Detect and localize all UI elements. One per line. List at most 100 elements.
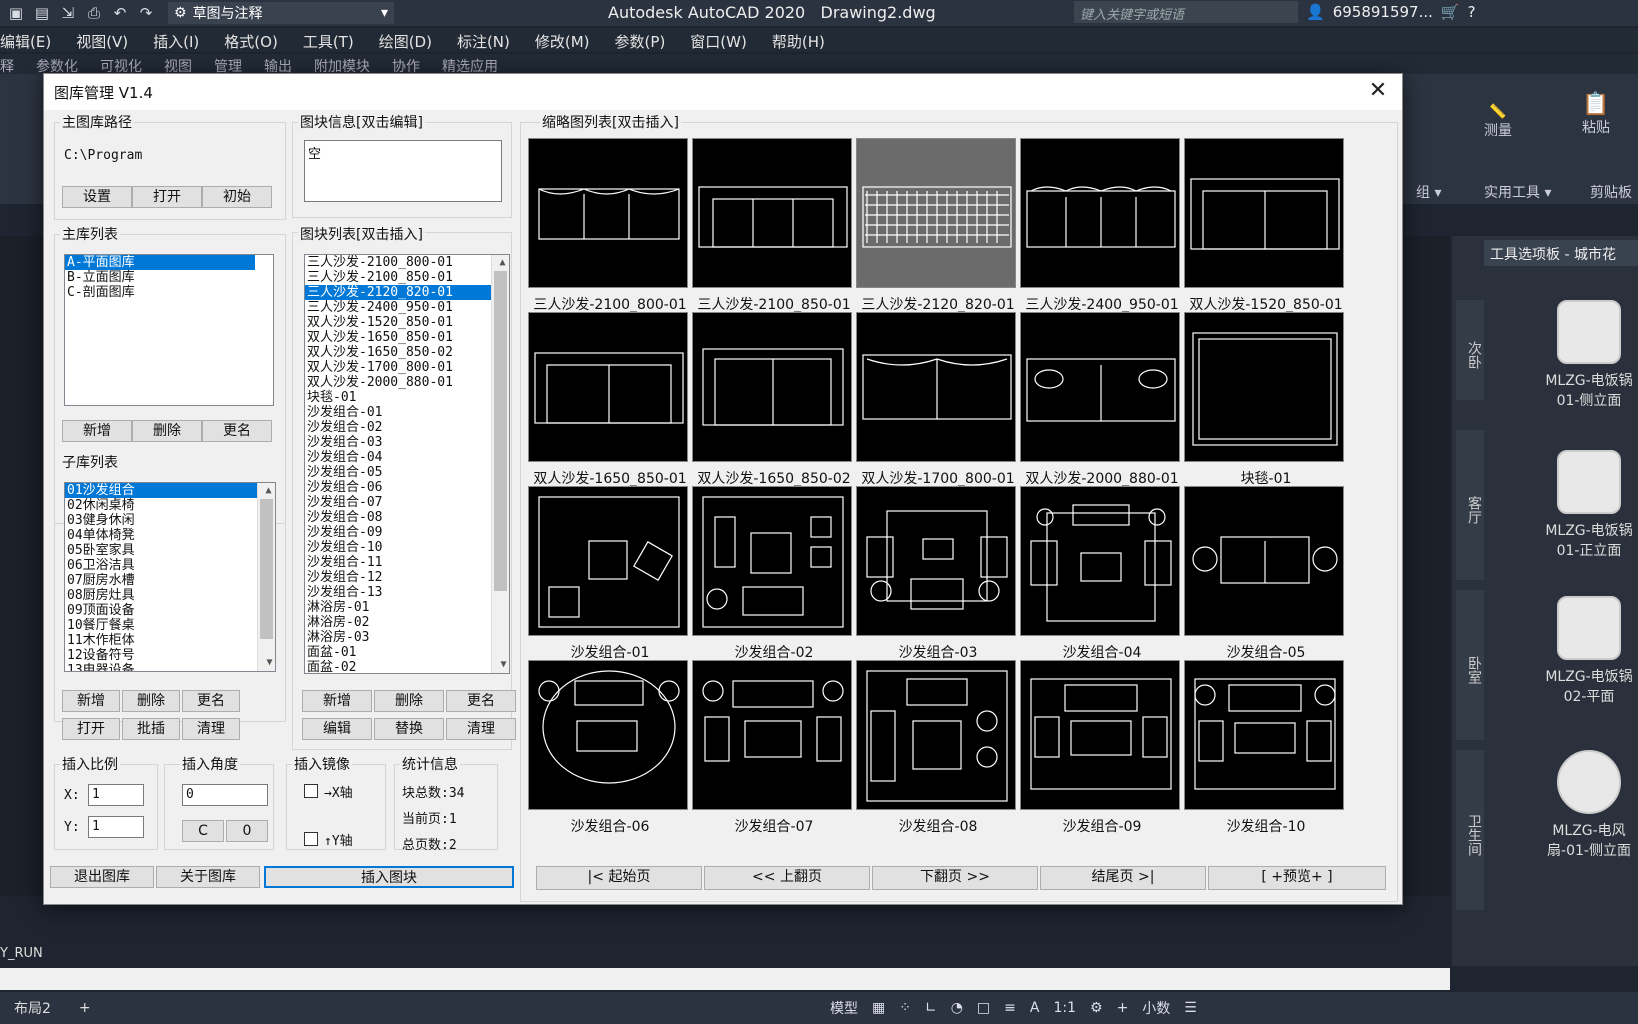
thumbnail-preview[interactable] — [692, 312, 852, 462]
osnap-icon[interactable]: □ — [977, 1000, 990, 1016]
menu-dimension[interactable]: 标注(N) — [457, 28, 525, 52]
help-icon[interactable]: ? — [1468, 3, 1476, 21]
about-library-button[interactable]: 关于图库 — [156, 866, 260, 888]
insert-block-button[interactable]: 插入图块 — [264, 866, 514, 888]
thumbnail-item[interactable]: 沙发组合-04 — [1020, 486, 1184, 666]
grid-icon[interactable]: ▦ — [872, 1000, 885, 1016]
thumbnail-item[interactable]: 沙发组合-08 — [856, 660, 1020, 840]
prev-page-button[interactable]: << 上翻页 — [704, 866, 870, 890]
list-item[interactable]: 沙发组合-03 — [305, 435, 509, 450]
block-edit-button[interactable]: 编辑 — [302, 718, 372, 740]
set-path-button[interactable]: 设置 — [62, 186, 132, 208]
list-item[interactable]: 淋浴房-02 — [305, 615, 509, 630]
ribbon-tab-manage[interactable]: 管理 — [214, 54, 242, 75]
palette-item[interactable]: MLZG-电风扇-01-侧立面 — [1540, 750, 1638, 860]
list-item[interactable]: 沙发组合-11 — [305, 555, 509, 570]
list-item[interactable]: 三人沙发-2100_850-01 — [305, 270, 509, 285]
thumbnail-item[interactable]: 三人沙发-2400_950-01 — [1020, 138, 1184, 318]
menu-insert[interactable]: 插入(I) — [153, 28, 214, 52]
thumbnail-item[interactable]: 沙发组合-05 — [1184, 486, 1348, 666]
thumbnail-item[interactable]: 三人沙发-2100_850-01 — [692, 138, 856, 318]
list-item[interactable]: 沙发组合-04 — [305, 450, 509, 465]
list-item[interactable]: 03健身休闲 — [65, 513, 275, 528]
thumbnail-item[interactable]: 双人沙发-1520_850-01 — [1184, 138, 1348, 318]
list-item[interactable]: 01沙发组合 — [65, 483, 257, 498]
list-item[interactable]: 06卫浴洁具 — [65, 558, 275, 573]
menu-modify[interactable]: 修改(M) — [535, 28, 605, 52]
block-add-button[interactable]: 新增 — [302, 690, 372, 712]
chevron-down-icon[interactable]: ▼ — [494, 657, 509, 673]
list-item[interactable]: 双人沙发-1650_850-01 — [305, 330, 509, 345]
chevron-down-icon[interactable]: ▼ — [260, 655, 275, 671]
thumbnail-item[interactable]: 三人沙发-2100_800-01 — [528, 138, 692, 318]
menu-window[interactable]: 窗口(W) — [690, 28, 762, 52]
close-icon[interactable]: ✕ — [1364, 78, 1392, 103]
palette-tab-bedroom[interactable]: 卧室 — [1456, 590, 1484, 740]
main-rename-button[interactable]: 更名 — [202, 420, 272, 442]
thumbnail-preview[interactable] — [528, 486, 688, 636]
list-item[interactable]: 双人沙发-1650_850-02 — [305, 345, 509, 360]
thumbnail-preview[interactable] — [1020, 138, 1180, 288]
thumbnail-preview[interactable] — [856, 486, 1016, 636]
list-item[interactable]: 块毯-01 — [305, 390, 509, 405]
thumbnail-item[interactable]: 沙发组合-01 — [528, 486, 692, 666]
list-item[interactable]: 沙发组合-12 — [305, 570, 509, 585]
settings-icon[interactable]: ⚙ — [1090, 1000, 1103, 1016]
add-layout-icon[interactable]: + — [65, 1000, 105, 1016]
thumbnail-preview[interactable] — [528, 138, 688, 288]
thumbnail-item[interactable]: 沙发组合-10 — [1184, 660, 1348, 840]
list-item[interactable]: 08厨房灶具 — [65, 588, 275, 603]
scrollbar[interactable]: ▲ ▼ — [257, 483, 275, 671]
export-icon[interactable]: ⇲ — [58, 4, 78, 22]
thumbnail-preview[interactable] — [692, 486, 852, 636]
menu-edit[interactable]: 编辑(E) — [0, 28, 66, 52]
save-as-icon[interactable]: ▤ — [32, 4, 52, 22]
thumbnail-preview[interactable] — [528, 312, 688, 462]
group-panel-title[interactable]: 组 ▾ — [1416, 182, 1441, 202]
list-item[interactable]: 07厨房水槽 — [65, 573, 275, 588]
thumbnail-preview[interactable] — [528, 660, 688, 810]
list-item[interactable]: 面盆-01 — [305, 645, 509, 660]
menu-draw[interactable]: 绘图(D) — [379, 28, 447, 52]
list-item[interactable]: A-平面图库 — [65, 255, 255, 270]
list-item[interactable]: 09顶面设备 — [65, 603, 275, 618]
init-path-button[interactable]: 初始 — [202, 186, 272, 208]
scroll-thumb[interactable] — [260, 499, 273, 639]
list-item[interactable]: 双人沙发-1700_800-01 — [305, 360, 509, 375]
block-delete-button[interactable]: 删除 — [374, 690, 444, 712]
menu-icon[interactable]: ☰ — [1184, 1000, 1197, 1016]
list-item[interactable]: 04单体椅凳 — [65, 528, 275, 543]
list-item[interactable]: 三人沙发-2100_800-01 — [305, 255, 509, 270]
thumbnail-item[interactable]: 沙发组合-02 — [692, 486, 856, 666]
thumbnail-item[interactable]: 沙发组合-09 — [1020, 660, 1184, 840]
ribbon-tab-collaborate[interactable]: 协作 — [392, 54, 420, 75]
list-item[interactable]: 沙发组合-01 — [305, 405, 509, 420]
ribbon-tab-annotate[interactable]: 释 — [0, 54, 14, 75]
thumbnail-item[interactable]: 双人沙发-1650_850-01 — [528, 312, 692, 492]
list-item[interactable]: 淋浴房-01 — [305, 600, 509, 615]
mirror-y-checkbox[interactable] — [304, 832, 318, 846]
main-delete-button[interactable]: 删除 — [132, 420, 202, 442]
list-item[interactable]: 三人沙发-2400_950-01 — [305, 300, 509, 315]
thumbnail-preview[interactable] — [692, 138, 852, 288]
palette-item[interactable]: MLZG-电饭锅02-平面 — [1540, 596, 1638, 706]
menu-help[interactable]: 帮助(H) — [772, 28, 840, 52]
scale-y-input[interactable]: 1 — [88, 816, 144, 838]
sub-add-button[interactable]: 新增 — [62, 690, 120, 712]
scroll-thumb[interactable] — [494, 271, 507, 591]
plus-icon[interactable]: + — [1117, 1000, 1129, 1016]
user-account[interactable]: 👤 695891597... 🛒? — [1306, 3, 1476, 21]
command-input[interactable] — [0, 968, 1450, 990]
list-item[interactable]: 双人沙发-2000_880-01 — [305, 375, 509, 390]
last-page-button[interactable]: 结尾页 >| — [1040, 866, 1206, 890]
chevron-up-icon[interactable]: ▲ — [494, 255, 509, 271]
thumbnail-preview[interactable] — [1184, 486, 1344, 636]
list-item[interactable]: 沙发组合-07 — [305, 495, 509, 510]
mirror-x-checkbox[interactable] — [304, 784, 318, 798]
angle-pick-button[interactable]: C — [182, 820, 224, 842]
block-replace-button[interactable]: 替换 — [374, 718, 444, 740]
palette-tab-living[interactable]: 客厅 — [1456, 430, 1484, 580]
ribbon-tab-view[interactable]: 视图 — [164, 54, 192, 75]
undo-icon[interactable]: ↶ — [110, 4, 130, 22]
ribbon-tab-addins[interactable]: 附加模块 — [314, 54, 370, 75]
